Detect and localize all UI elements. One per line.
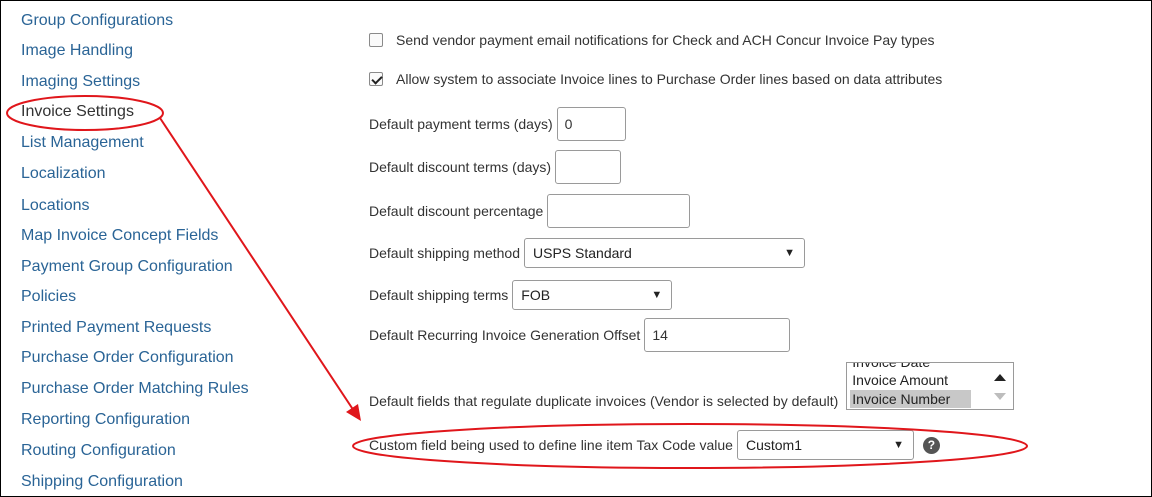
shipping-terms-label: Default shipping terms <box>369 287 509 303</box>
sidebar-item-purchase-order-matching-rules[interactable]: Purchase Order Matching Rules <box>21 379 249 399</box>
sidebar-item-payment-group-configuration[interactable]: Payment Group Configuration <box>21 257 233 277</box>
associate-lines-checkbox[interactable] <box>369 72 383 86</box>
discount-percentage-setting: Default discount percentage <box>369 194 691 228</box>
discount-percentage-input[interactable] <box>547 194 691 228</box>
tax-code-setting: Custom field being used to define line i… <box>369 430 940 460</box>
duplicate-fields-setting: Default fields that regulate duplicate i… <box>369 362 1015 410</box>
payment-terms-input[interactable]: 0 <box>556 107 626 141</box>
payment-terms-label: Default payment terms (days) <box>369 116 553 132</box>
scroll-down-icon[interactable] <box>994 393 1007 400</box>
tax-code-value: Custom1 <box>745 437 802 453</box>
sidebar-item-locations[interactable]: Locations <box>21 196 90 216</box>
chevron-down-icon: ▼ <box>893 439 904 451</box>
duplicate-fields-label: Default fields that regulate duplicate i… <box>369 393 839 409</box>
listbox-scrollbar[interactable] <box>987 363 1013 409</box>
sidebar-item-localization[interactable]: Localization <box>21 164 106 184</box>
sidebar-item-invoice-settings[interactable]: Invoice Settings <box>21 102 134 122</box>
associate-lines-setting: Allow system to associate Invoice lines … <box>369 71 942 87</box>
sidebar-item-printed-payment-requests[interactable]: Printed Payment Requests <box>21 318 211 338</box>
sidebar-item-map-invoice-concept-fields[interactable]: Map Invoice Concept Fields <box>21 226 218 246</box>
shipping-method-select[interactable]: USPS Standard ▼ <box>524 238 805 268</box>
payment-terms-setting: Default payment terms (days) 0 <box>369 107 626 141</box>
discount-percentage-label: Default discount percentage <box>369 203 544 219</box>
vendor-email-checkbox[interactable] <box>369 33 383 47</box>
listbox-option[interactable]: Invoice Date <box>852 363 934 371</box>
shipping-method-label: Default shipping method <box>369 245 520 261</box>
sidebar-item-reporting-configuration[interactable]: Reporting Configuration <box>21 410 190 430</box>
sidebar-item-imaging-settings[interactable]: Imaging Settings <box>21 72 140 92</box>
sidebar-item-list-management[interactable]: List Management <box>21 133 144 153</box>
vendor-email-setting: Send vendor payment email notifications … <box>369 32 935 48</box>
sidebar-item-image-handling[interactable]: Image Handling <box>21 41 133 61</box>
chevron-down-icon: ▼ <box>651 289 663 301</box>
shipping-terms-select[interactable]: FOB ▼ <box>512 280 673 310</box>
listbox-option[interactable]: Invoice Amount <box>852 371 952 389</box>
chevron-down-icon: ▼ <box>784 247 795 259</box>
sidebar-item-purchase-order-configuration[interactable]: Purchase Order Configuration <box>21 348 234 368</box>
discount-terms-setting: Default discount terms (days) <box>369 150 622 184</box>
duplicate-fields-listbox[interactable]: Invoice Date Invoice Amount Invoice Numb… <box>846 362 1015 410</box>
sidebar-item-policies[interactable]: Policies <box>21 287 76 307</box>
tax-code-label: Custom field being used to define line i… <box>369 437 733 453</box>
tax-code-select[interactable]: Custom1 ▼ <box>736 430 914 460</box>
discount-terms-input[interactable] <box>555 150 622 184</box>
shipping-terms-value: FOB <box>521 287 551 303</box>
associate-lines-label: Allow system to associate Invoice lines … <box>396 71 943 87</box>
shipping-method-setting: Default shipping method USPS Standard ▼ <box>369 238 805 268</box>
sidebar-item-routing-configuration[interactable]: Routing Configuration <box>21 441 176 461</box>
discount-terms-label: Default discount terms (days) <box>369 159 552 175</box>
recurring-offset-input[interactable]: 14 <box>644 318 791 352</box>
sidebar-nav: Group Configurations Image Handling Imag… <box>0 0 330 497</box>
shipping-terms-setting: Default shipping terms FOB ▼ <box>369 280 673 310</box>
sidebar-item-group-configurations[interactable]: Group Configurations <box>21 11 173 31</box>
recurring-offset-setting: Default Recurring Invoice Generation Off… <box>369 318 791 352</box>
listbox-option-selected[interactable]: Invoice Number <box>850 390 972 408</box>
invoice-settings-panel: Send vendor payment email notifications … <box>340 0 1130 497</box>
scroll-up-icon[interactable] <box>994 374 1007 381</box>
recurring-offset-label: Default Recurring Invoice Generation Off… <box>369 327 641 343</box>
sidebar-item-shipping-configuration[interactable]: Shipping Configuration <box>21 472 183 492</box>
shipping-method-value: USPS Standard <box>533 245 632 261</box>
vendor-email-label: Send vendor payment email notifications … <box>396 32 935 48</box>
help-icon[interactable]: ? <box>922 436 940 454</box>
